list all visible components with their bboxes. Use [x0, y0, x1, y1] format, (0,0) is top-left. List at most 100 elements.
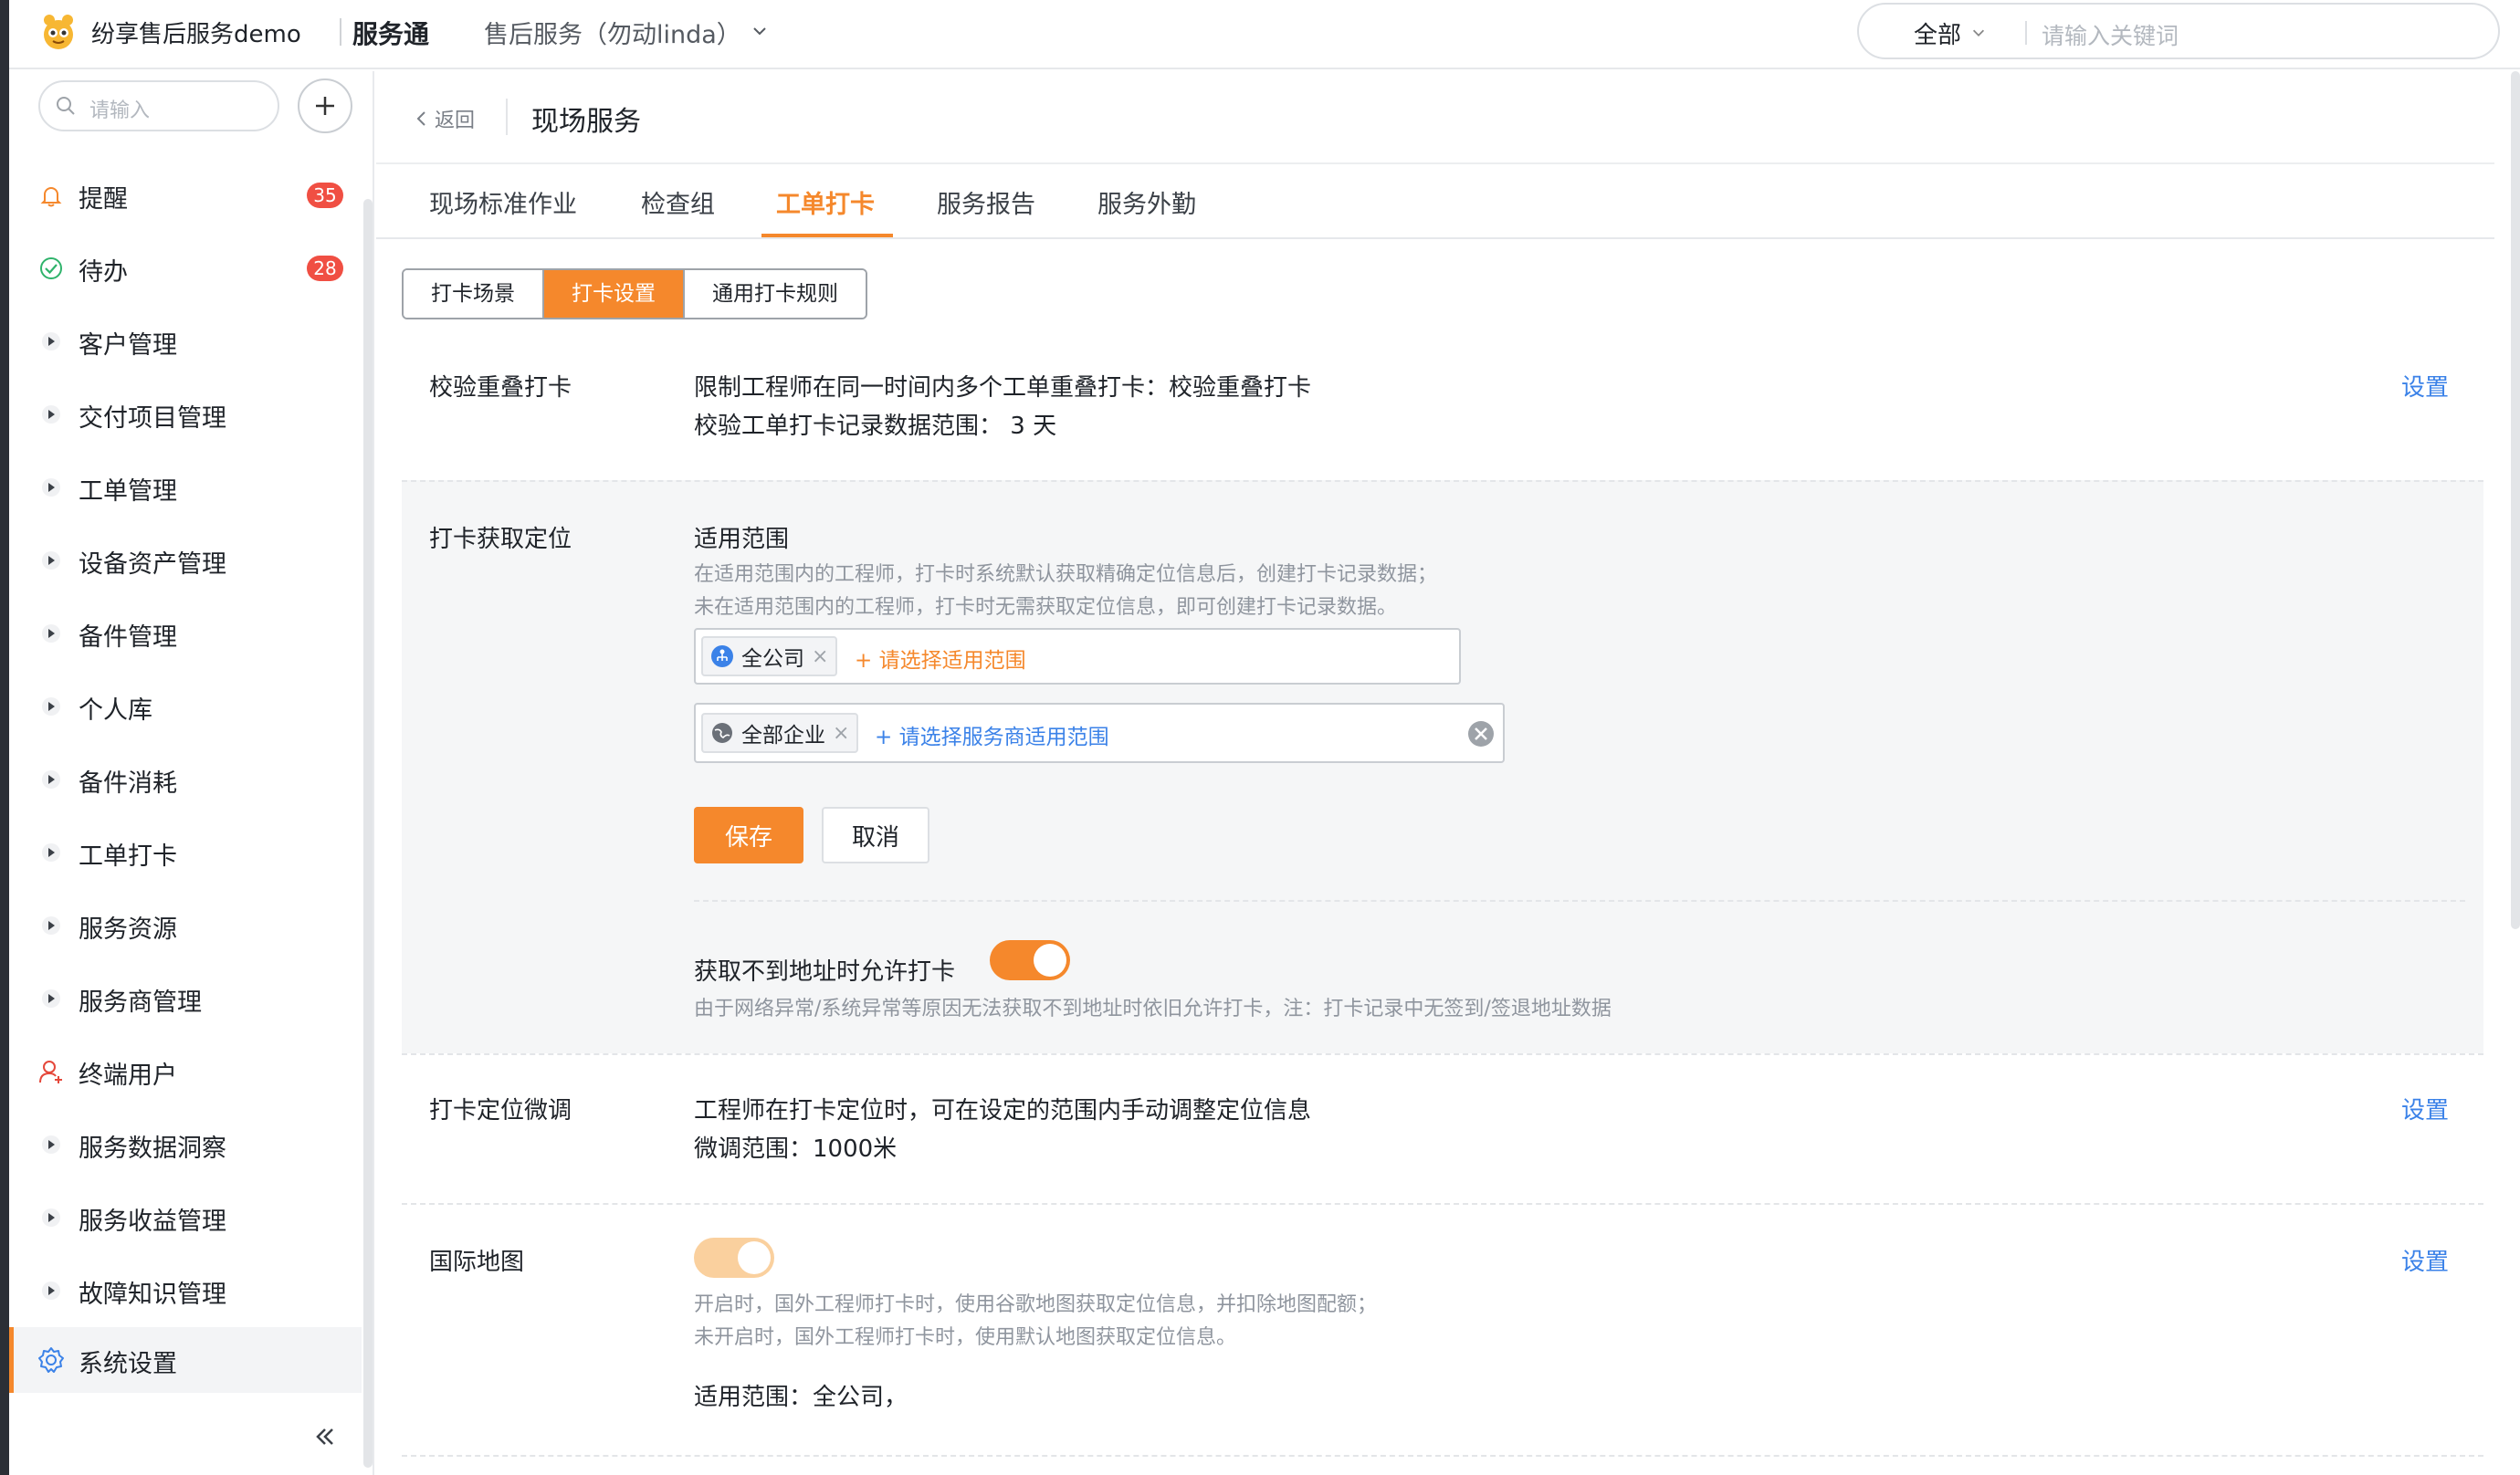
tenant-label: 售后服务（勿动linda） [484, 21, 741, 49]
sidebar-item-knowledge[interactable]: 故障知识管理 [9, 1258, 362, 1323]
main-content: 返回 现场服务 现场标准作业 检查组 工单打卡 服务报告 服务外勤 打卡场景 打… [376, 71, 2520, 1475]
caret-right-icon [37, 327, 66, 356]
finetune-range: 微调范围：1000米 [694, 1135, 898, 1163]
sidebar-item-asset[interactable]: 设备资产管理 [9, 528, 362, 593]
sidebar-item-workorder[interactable]: 工单管理 [9, 455, 362, 520]
overlap-settings-link[interactable]: 设置 [2401, 369, 2449, 403]
sidebar-search-input[interactable]: 请输入 [38, 80, 279, 131]
search-scope-label: 全部 [1914, 22, 1962, 49]
sidebar-item-provider[interactable]: 服务商管理 [9, 966, 362, 1031]
sidebar-item-label: 工单管理 [79, 477, 177, 506]
segmented-control: 打卡场景 打卡设置 通用打卡规则 [402, 268, 867, 319]
sidebar-item-settings[interactable]: 系统设置 [9, 1327, 362, 1393]
chevron-left-icon [416, 111, 425, 126]
divider [402, 1053, 2483, 1055]
sidebar-item-parts-consume[interactable]: 备件消耗 [9, 747, 362, 812]
sidebar-scrollbar[interactable] [363, 199, 373, 1468]
intl-map-hint-2: 未开启时，国外工程师打卡时，使用默认地图获取定位信息。 [694, 1326, 1237, 1349]
segment-checkin-settings[interactable]: 打卡设置 [544, 270, 685, 318]
overlap-range: 校验工单打卡记录数据范围： 3 天 [694, 413, 1057, 440]
tab-service-report[interactable]: 服务报告 [937, 184, 1035, 220]
intl-map-toggle[interactable] [694, 1238, 774, 1278]
caret-right-icon [37, 619, 66, 648]
sidebar-item-customer[interactable]: 客户管理 [9, 309, 362, 374]
provider-scope-chip: 全部企业 × [701, 713, 859, 753]
add-provider-scope-link[interactable]: + 请选择服务商适用范围 [875, 719, 1109, 750]
sidebar-item-todo[interactable]: 待办 28 [9, 235, 362, 301]
bell-icon [37, 181, 66, 210]
allow-checkin-toggle[interactable] [990, 940, 1070, 980]
tab-check-group[interactable]: 检查组 [641, 184, 715, 220]
tenant-switcher[interactable]: 售后服务（勿动linda） [484, 15, 769, 50]
chevron-down-icon [751, 18, 769, 47]
caret-right-icon [37, 400, 66, 429]
search-scope-select[interactable]: 全部 [1914, 16, 1987, 50]
back-link[interactable]: 返回 [415, 104, 475, 133]
sidebar-item-label: 系统设置 [79, 1350, 177, 1378]
chevron-down-icon [1970, 20, 1987, 47]
sidebar-item-label: 设备资产管理 [79, 550, 226, 579]
sidebar-item-label: 工单打卡 [79, 842, 177, 871]
allow-checkin-label: 获取不到地址时允许打卡 [694, 958, 956, 986]
sidebar-item-delivery[interactable]: 交付项目管理 [9, 382, 362, 447]
sidebar-item-label: 服务收益管理 [79, 1208, 226, 1236]
caret-right-icon [37, 1276, 66, 1305]
add-button[interactable] [298, 78, 352, 133]
caret-right-icon [37, 838, 66, 867]
main-scrollbar[interactable] [2511, 71, 2520, 929]
caret-right-icon [37, 765, 66, 794]
org-icon [711, 645, 733, 667]
gear-icon [37, 1345, 66, 1375]
scope-hint-1: 在适用范围内的工程师，打卡时系统默认获取精确定位信息后，创建打卡记录数据； [694, 563, 1438, 586]
provider-chip-label: 全部企业 [741, 724, 825, 748]
tab-checkin[interactable]: 工单打卡 [776, 184, 875, 220]
remove-chip-icon[interactable]: × [833, 722, 849, 745]
intl-map-hint-1: 开启时，国外工程师打卡时，使用谷歌地图获取定位信息，并扣除地图配额； [694, 1293, 1378, 1316]
product-name: 服务通 [352, 19, 430, 49]
tab-standard-ops[interactable]: 现场标准作业 [429, 184, 577, 220]
collapse-sidebar-icon[interactable] [310, 1422, 340, 1455]
scope-picker[interactable]: 全公司 × + 请选择适用范围 [694, 628, 1461, 685]
finetune-label: 打卡定位微调 [429, 1097, 572, 1125]
cancel-button[interactable]: 取消 [822, 807, 929, 863]
allow-checkin-hint: 由于网络异常/系统异常等原因无法获取不到地址时依旧允许打卡，注：打卡记录中无签到… [694, 998, 1612, 1020]
tab-bar: 现场标准作业 检查组 工单打卡 服务报告 服务外勤 [376, 164, 2494, 239]
sidebar-item-revenue[interactable]: 服务收益管理 [9, 1185, 362, 1250]
clear-icon[interactable] [1466, 719, 1496, 752]
add-scope-link[interactable]: + 请选择适用范围 [855, 643, 1026, 674]
search-icon [55, 95, 77, 120]
sidebar-item-personal-lib[interactable]: 个人库 [9, 674, 362, 739]
finetune-settings-link[interactable]: 设置 [2401, 1092, 2449, 1125]
sidebar-item-remind[interactable]: 提醒 35 [9, 162, 362, 228]
back-label: 返回 [435, 110, 476, 132]
sidebar-item-label: 服务资源 [79, 915, 177, 944]
location-label: 打卡获取定位 [429, 526, 572, 553]
tab-field-service[interactable]: 服务外勤 [1097, 184, 1196, 220]
save-button[interactable]: 保存 [694, 807, 803, 863]
sidebar-item-resources[interactable]: 服务资源 [9, 893, 362, 958]
provider-scope-picker[interactable]: 全部企业 × + 请选择服务商适用范围 [694, 703, 1505, 763]
segment-checkin-scene[interactable]: 打卡场景 [404, 270, 544, 318]
finetune-desc: 工程师在打卡定位时，可在设定的范围内手动调整定位信息 [694, 1097, 1312, 1125]
sidebar-item-checkin[interactable]: 工单打卡 [9, 820, 362, 885]
title-divider [340, 18, 341, 46]
count-badge: 35 [307, 183, 343, 208]
sidebar-item-label: 故障知识管理 [79, 1281, 226, 1309]
sidebar-item-label: 提醒 [79, 185, 128, 214]
search-input[interactable]: 请输入关键词 [2042, 18, 2179, 51]
app-logo-icon[interactable] [37, 11, 80, 55]
caret-right-icon [37, 692, 66, 721]
toggle-knob [1034, 944, 1066, 977]
search-divider [2025, 21, 2027, 45]
divider [694, 900, 2465, 902]
plus-icon [316, 97, 334, 115]
remove-chip-icon[interactable]: × [812, 645, 828, 668]
globe-icon [712, 723, 732, 743]
app-title: 纷享售后服务demo [91, 21, 301, 48]
sidebar-item-parts[interactable]: 备件管理 [9, 601, 362, 666]
segment-common-rules[interactable]: 通用打卡规则 [685, 270, 866, 318]
intl-map-settings-link[interactable]: 设置 [2401, 1243, 2449, 1277]
sidebar-item-insight[interactable]: 服务数据洞察 [9, 1112, 362, 1177]
caret-right-icon [37, 546, 66, 575]
sidebar-item-end-user[interactable]: 终端用户 [9, 1039, 362, 1104]
